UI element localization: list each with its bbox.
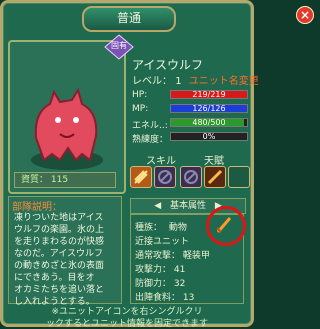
attr-value: 動物 bbox=[168, 223, 187, 233]
unit-name: アイスウルフ bbox=[132, 58, 204, 72]
attr-label: 種族： bbox=[135, 223, 163, 233]
hp-bar: 219/219 bbox=[170, 90, 248, 99]
footer-hint-line-2: ックするとユニット情報を固定できます bbox=[45, 319, 208, 329]
attr-row-melee: 近接ユニット bbox=[135, 234, 189, 247]
skill-fire-icon bbox=[134, 170, 148, 184]
proficiency-bar: 0% bbox=[170, 132, 248, 141]
energy-label: エネル..: bbox=[132, 121, 168, 131]
attr-value: 13 bbox=[182, 293, 195, 303]
energy-value: 480/500 bbox=[192, 118, 226, 127]
talent-slot-1[interactable] bbox=[180, 166, 202, 188]
quality-value: 115 bbox=[50, 175, 69, 185]
quality-field: 資質： 115 bbox=[14, 172, 116, 188]
energy-bar: 480/500 bbox=[170, 118, 248, 127]
mp-bar: 126/126 bbox=[170, 104, 248, 113]
quality-label: 資質： bbox=[21, 175, 49, 185]
skill-slot-1[interactable] bbox=[130, 166, 152, 188]
highlight-circle bbox=[206, 206, 246, 246]
attr-row-attack: 攻撃力： 41 bbox=[135, 262, 185, 275]
hp-label: HP: bbox=[132, 90, 148, 100]
attr-row-attack-type: 通常攻撃： 軽装甲 bbox=[135, 248, 210, 261]
attr-value: 32 bbox=[173, 279, 186, 289]
talent-locked-icon bbox=[184, 170, 198, 184]
attr-value: 軽装甲 bbox=[182, 251, 210, 261]
rank-badge-icon: 固有 bbox=[104, 34, 134, 60]
mp-value: 126/126 bbox=[192, 104, 226, 113]
attr-label: 防御力： bbox=[135, 279, 172, 289]
skill-label: スキル bbox=[146, 156, 176, 167]
talent-label: 天賦 bbox=[204, 156, 224, 167]
description-title: 部隊説明： bbox=[12, 202, 62, 213]
talent-slot-2[interactable] bbox=[204, 166, 226, 188]
description-text: 凍りついた地はアイス ウルフの楽園。氷の上 を走りまわるのが快感 なのだ。アイス… bbox=[14, 213, 105, 307]
proficiency-value: 0% bbox=[202, 132, 216, 141]
attr-label: 近接ユニット bbox=[135, 237, 190, 247]
attr-label: 出陣食料： bbox=[135, 293, 181, 303]
attr-row-race: 種族： 動物 bbox=[135, 220, 187, 233]
attr-row-food: 出陣食料： 13 bbox=[135, 290, 194, 303]
close-button[interactable]: × bbox=[296, 6, 314, 24]
hp-value: 219/219 bbox=[192, 90, 226, 99]
skill-slot-2[interactable] bbox=[154, 166, 176, 188]
tab-prev-icon[interactable]: ◀ bbox=[154, 201, 161, 211]
talent-slot-3[interactable] bbox=[228, 166, 250, 188]
level-row: レベル： 1 ユニット名変更 bbox=[132, 72, 259, 87]
level-value: 1 bbox=[175, 76, 182, 87]
rank-badge-label: 固有 bbox=[111, 41, 127, 50]
skill-locked-icon bbox=[158, 170, 172, 184]
tab-basic-attributes-label: 基本属性 bbox=[169, 201, 206, 211]
attr-label: 攻撃力： bbox=[135, 265, 172, 275]
attr-label: 通常攻撃： bbox=[135, 251, 181, 261]
attr-value: 41 bbox=[173, 265, 186, 275]
talent-slash-icon bbox=[207, 169, 223, 185]
rename-unit-button[interactable]: ユニット名変更 bbox=[189, 76, 259, 87]
mp-label: MP: bbox=[132, 104, 149, 114]
window-title: 普通 bbox=[82, 6, 176, 32]
proficiency-label: 熟練度： bbox=[132, 135, 169, 145]
unit-portrait[interactable] bbox=[8, 40, 126, 194]
level-label: レベル： bbox=[132, 76, 172, 87]
wolf-image bbox=[31, 87, 103, 170]
attr-row-defense: 防御力： 32 bbox=[135, 276, 185, 289]
